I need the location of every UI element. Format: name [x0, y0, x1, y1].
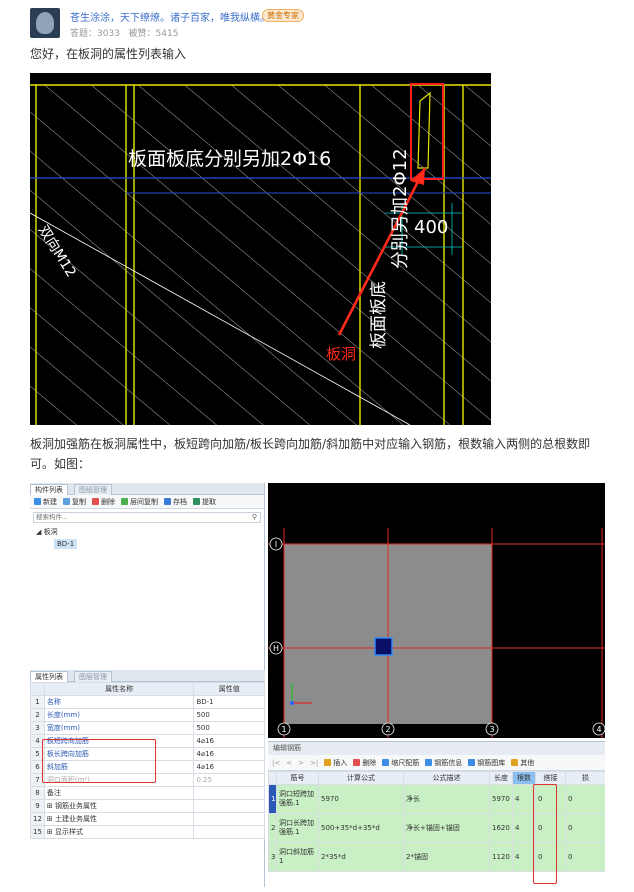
count-highlight-box [533, 784, 557, 884]
cad-dim: 400 [414, 217, 448, 238]
username-link[interactable]: 苍生涂涂，天下缭燎。诸子百家，唯我纵横。 [70, 9, 270, 24]
layer-copy-label: 层间复制 [130, 497, 158, 506]
tree-item-bd1[interactable]: BD-1 [54, 539, 78, 549]
cad-annotation: 板洞 [326, 345, 356, 363]
copy-label: 复制 [72, 497, 86, 506]
cad-text-vertical-2: 板面板底 [369, 281, 389, 349]
prop-row[interactable]: 2 长度(mm) 500 [30, 708, 265, 722]
copy-icon [63, 498, 70, 505]
nav-last-icon[interactable]: >| [310, 759, 318, 767]
expand-icon[interactable]: ⊞ [47, 828, 53, 836]
archive-icon [164, 498, 171, 505]
delete-label: 删除 [101, 497, 115, 506]
axis-label-I: I [275, 540, 277, 549]
scale-rebar-button[interactable]: 缩尺配筋 [382, 758, 419, 768]
col-length: 长度 [489, 771, 513, 785]
tab-drawing-manage[interactable]: 图纸管理 [74, 484, 112, 495]
cad-text-vertical-1: 分别另加2Φ12 [390, 148, 411, 269]
new-label: 新建 [43, 497, 57, 506]
tree-root-label: 板洞 [43, 528, 58, 536]
insert-label: 插入 [333, 758, 348, 767]
highlight-box [42, 739, 156, 783]
drawing-viewport[interactable]: I H 1 2 3 4 [268, 483, 606, 738]
user-stats: 答题：3033 被赞：5415 [70, 26, 178, 39]
extract-button[interactable]: 提取 [193, 497, 216, 507]
rebar-info-button[interactable]: 钢筋信息 [425, 758, 462, 768]
prop-row[interactable]: 12 ⊞ 土建业务属性 [30, 812, 265, 826]
prop-row[interactable]: 8 备注 [30, 786, 265, 800]
prop-row[interactable]: 3 宽度(mm) 500 [30, 721, 265, 735]
info-icon [425, 759, 433, 766]
new-button[interactable]: 新建 [34, 497, 57, 507]
prop-header-name: 属性名称 [43, 682, 195, 696]
search-icon[interactable]: ⚲ [252, 513, 257, 521]
axis-label-1: 1 [281, 725, 286, 734]
delete-button[interactable]: 删除 [92, 497, 115, 507]
rebar-library-button[interactable]: 钢筋图库 [468, 758, 505, 768]
archive-label: 存档 [173, 497, 187, 506]
col-desc: 公式描述 [403, 771, 490, 785]
likes-label: 被赞： [128, 29, 156, 39]
tab-property-list[interactable]: 属性列表 [30, 671, 68, 682]
rebar-delete-label: 删除 [362, 758, 377, 767]
rebar-editor-title: 编辑钢筋 [268, 742, 605, 755]
rebar-library-label: 钢筋图库 [477, 758, 506, 767]
col-bar-no: 筋号 [276, 771, 319, 785]
software-screenshot: 构件列表 图纸管理 新建 复制 删除 层间复制 存档 提取 ⚲ ◢ 板洞 BD-… [30, 483, 606, 887]
extract-icon [193, 498, 200, 505]
new-icon [34, 498, 41, 505]
delete-icon [92, 498, 99, 505]
tab-component-list[interactable]: 构件列表 [30, 484, 68, 495]
nav-prev-icon[interactable]: < [286, 759, 292, 767]
axis-label-3: 3 [489, 725, 494, 734]
other-icon [511, 759, 519, 766]
col-lap: 搭接 [535, 771, 566, 785]
tree-root[interactable]: ◢ 板洞 [36, 526, 264, 538]
prop-header-value: 属性值 [193, 682, 265, 696]
expand-icon[interactable]: ⊞ [47, 815, 53, 823]
layer-copy-button[interactable]: 层间复制 [121, 497, 158, 507]
other-button[interactable]: 其他 [511, 758, 534, 768]
rebar-editor: 编辑钢筋 |< < > >| 插入 删除 缩尺配筋 钢筋信息 钢筋图库 其他 筋… [268, 741, 605, 887]
answer-greeting: 您好，在板洞的属性列表输入 [30, 47, 187, 61]
answer-explanation: 板洞加强筋在板洞属性中，板短跨向加筋/板长跨向加筋/斜加筋中对应输入钢筋，根数输… [30, 437, 591, 471]
tab-layer-manage[interactable]: 图层管理 [74, 671, 112, 682]
insert-button[interactable]: 插入 [324, 758, 347, 768]
axis-label-H: H [273, 644, 279, 653]
layer-copy-icon [121, 498, 128, 505]
prop-row[interactable]: 9 ⊞ 钢筋业务属性 [30, 799, 265, 813]
scale-icon [382, 759, 390, 766]
component-search-input[interactable] [34, 513, 234, 522]
prop-row[interactable]: 1 名称 BD-1 [30, 695, 265, 709]
col-count: 根数 [512, 771, 536, 785]
library-icon [468, 759, 476, 766]
other-label: 其他 [520, 758, 535, 767]
cad-text-main: 板面板底分别另加2Φ16 [128, 148, 331, 170]
col-formula: 计算公式 [318, 771, 404, 785]
axis-label-4: 4 [596, 725, 601, 734]
expand-icon[interactable]: ⊞ [47, 802, 53, 810]
scale-rebar-label: 缩尺配筋 [391, 758, 420, 767]
insert-icon [324, 759, 332, 766]
col-loss: 损 [565, 771, 605, 785]
extract-label: 提取 [202, 497, 216, 506]
answers-count: 3033 [97, 29, 120, 39]
copy-button[interactable]: 复制 [63, 497, 86, 507]
answers-label: 答题： [70, 29, 98, 39]
prop-row[interactable]: 15 ⊞ 显示样式 [30, 825, 265, 839]
axis-label-2: 2 [385, 725, 390, 734]
rebar-delete-button[interactable]: 删除 [353, 758, 376, 768]
nav-next-icon[interactable]: > [298, 759, 304, 767]
expert-badge: 黄金专家 [262, 9, 304, 22]
avatar[interactable] [30, 8, 60, 38]
cad-screenshot: 板面板底分别另加2Φ16 双向M12 分别另加2Φ12 板面板底 400 板洞 [30, 73, 491, 425]
archive-button[interactable]: 存档 [164, 497, 187, 507]
rebar-info-label: 钢筋信息 [434, 758, 463, 767]
nav-first-icon[interactable]: |< [272, 759, 280, 767]
delete-icon [353, 759, 361, 766]
likes-count: 5415 [155, 29, 179, 39]
